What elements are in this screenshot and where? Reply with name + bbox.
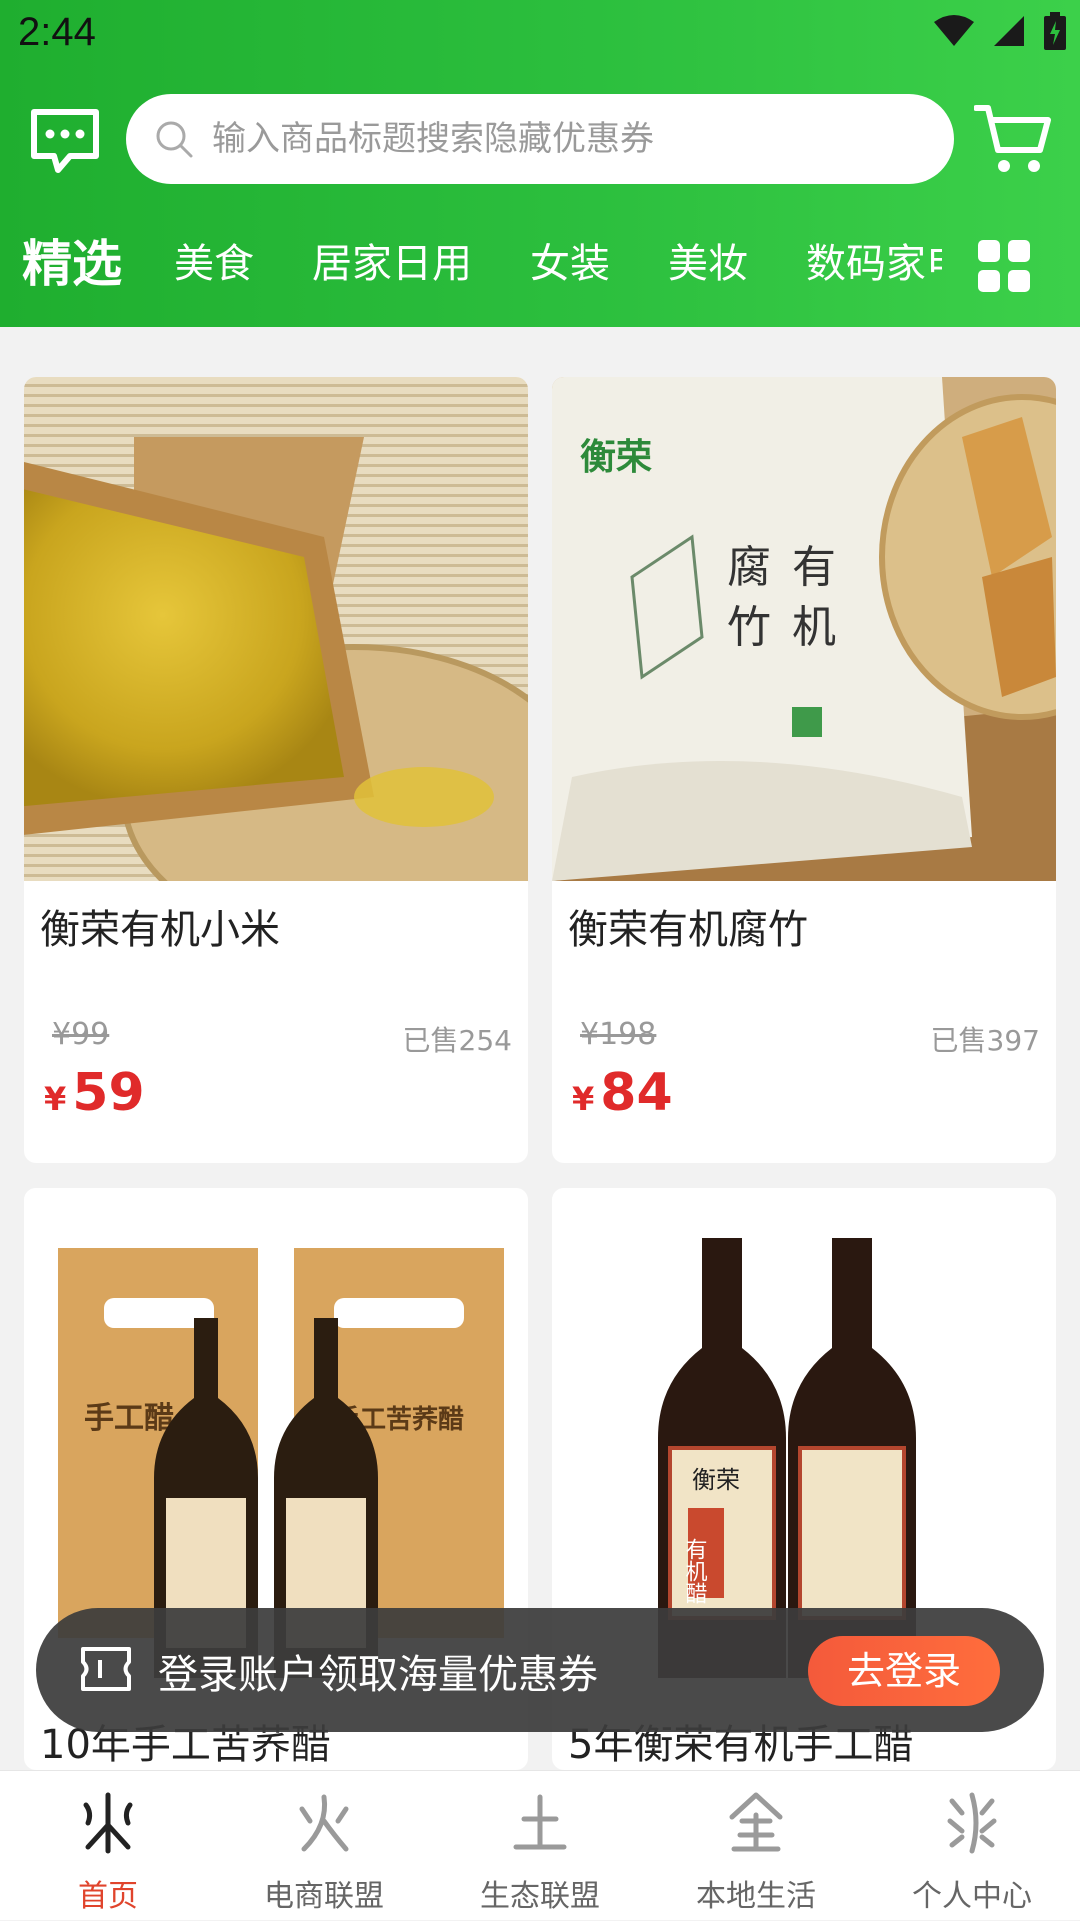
- cart-icon[interactable]: [974, 100, 1052, 176]
- water-glyph-icon: [947, 1792, 997, 1854]
- sold-count: 已售397: [930, 1024, 1040, 1057]
- status-time: 2:44: [18, 10, 96, 54]
- search-row: [0, 92, 1080, 188]
- login-coupon-banner: 登录账户领取海量优惠券 去登录: [36, 1608, 1044, 1732]
- product-image-yuba[interactable]: 衡荣 腐 竹 有 机: [552, 377, 1056, 881]
- nav-label: 电商联盟: [264, 1879, 384, 1914]
- tab-womens-wear[interactable]: 女装: [530, 224, 610, 304]
- category-tabs: 精选美食居家日用女装美妆数码家电: [22, 224, 942, 304]
- gold-glyph-icon: [729, 1792, 783, 1852]
- sold-count: 已售254: [402, 1024, 512, 1057]
- nav-label: 生态联盟: [480, 1879, 600, 1914]
- tab-digital[interactable]: 数码家电: [806, 224, 942, 304]
- bottom-nav: 首页 电商联盟 生态联盟 本地生活 个人中心: [0, 1770, 1080, 1920]
- tab-food[interactable]: 美食: [174, 224, 254, 304]
- brand-mark: 衡荣: [692, 1466, 740, 1494]
- original-price: ¥99: [52, 1017, 110, 1052]
- earth-glyph-icon: [513, 1794, 567, 1850]
- product-title: 衡荣有机腐竹: [568, 907, 808, 953]
- nav-home[interactable]: 首页: [0, 1771, 216, 1921]
- currency-symbol: ¥: [572, 1080, 595, 1118]
- package-char: 有: [792, 542, 836, 593]
- tab-cosmetics[interactable]: 美妆: [668, 224, 748, 304]
- tab-home-daily[interactable]: 居家日用: [312, 224, 472, 304]
- price: ¥59: [44, 1063, 145, 1123]
- currency-symbol: ¥: [44, 1080, 67, 1118]
- bottle-label: 有机醋: [682, 1538, 708, 1604]
- message-icon[interactable]: [28, 106, 102, 174]
- nav-label: 首页: [78, 1879, 138, 1914]
- nav-local-life[interactable]: 本地生活: [648, 1771, 864, 1921]
- search-icon: [156, 121, 193, 158]
- status-icons: [934, 12, 1066, 50]
- brand-mark: 衡荣: [580, 436, 652, 478]
- nav-personal-center[interactable]: 个人中心: [864, 1771, 1080, 1921]
- package-char: 腐: [727, 542, 771, 593]
- fire-glyph-icon: [299, 1794, 349, 1852]
- search-input[interactable]: [210, 118, 930, 160]
- search-box[interactable]: [126, 94, 954, 184]
- product-image-millet[interactable]: [24, 377, 528, 881]
- app-header: 2:44 输入商品标题搜索隐藏优惠券 精选 美食 居家日用 女装 美妆 数码家: [0, 0, 1080, 327]
- banner-text: 登录账户领取海量优惠券: [158, 1652, 598, 1698]
- coupon-ticket-icon: [81, 1647, 131, 1691]
- login-button[interactable]: 去登录: [808, 1636, 1000, 1706]
- product-card[interactable]: 衡荣 腐 竹 有 机 衡荣有机腐竹 ¥198 已售397 ¥84: [552, 377, 1056, 1163]
- nav-eco-alliance[interactable]: 生态联盟: [432, 1771, 648, 1921]
- nav-label: 个人中心: [912, 1879, 1032, 1914]
- product-title: 衡荣有机小米: [40, 907, 280, 953]
- wifi-icon: [934, 15, 974, 46]
- nav-ecommerce-alliance[interactable]: 电商联盟: [216, 1771, 432, 1921]
- package-char: 机: [792, 602, 836, 653]
- grid-menu-icon[interactable]: [978, 240, 1030, 292]
- box-label: 手工醋: [84, 1401, 174, 1436]
- price: ¥84: [572, 1063, 673, 1123]
- status-bar: 2:44: [0, 0, 1080, 72]
- price-value: 84: [600, 1063, 673, 1123]
- mu-glyph-icon: [83, 1792, 133, 1854]
- package-char: 竹: [727, 602, 771, 653]
- nav-label: 本地生活: [696, 1879, 816, 1914]
- original-price: ¥198: [580, 1017, 657, 1052]
- price-value: 59: [72, 1063, 145, 1123]
- battery-icon: [1044, 12, 1066, 50]
- tab-featured[interactable]: 精选: [22, 224, 122, 304]
- product-card[interactable]: 衡荣有机小米 ¥99 已售254 ¥59: [24, 377, 528, 1163]
- category-bar: 精选美食居家日用女装美妆数码家电: [0, 224, 1080, 304]
- cell-signal-icon: [994, 16, 1024, 46]
